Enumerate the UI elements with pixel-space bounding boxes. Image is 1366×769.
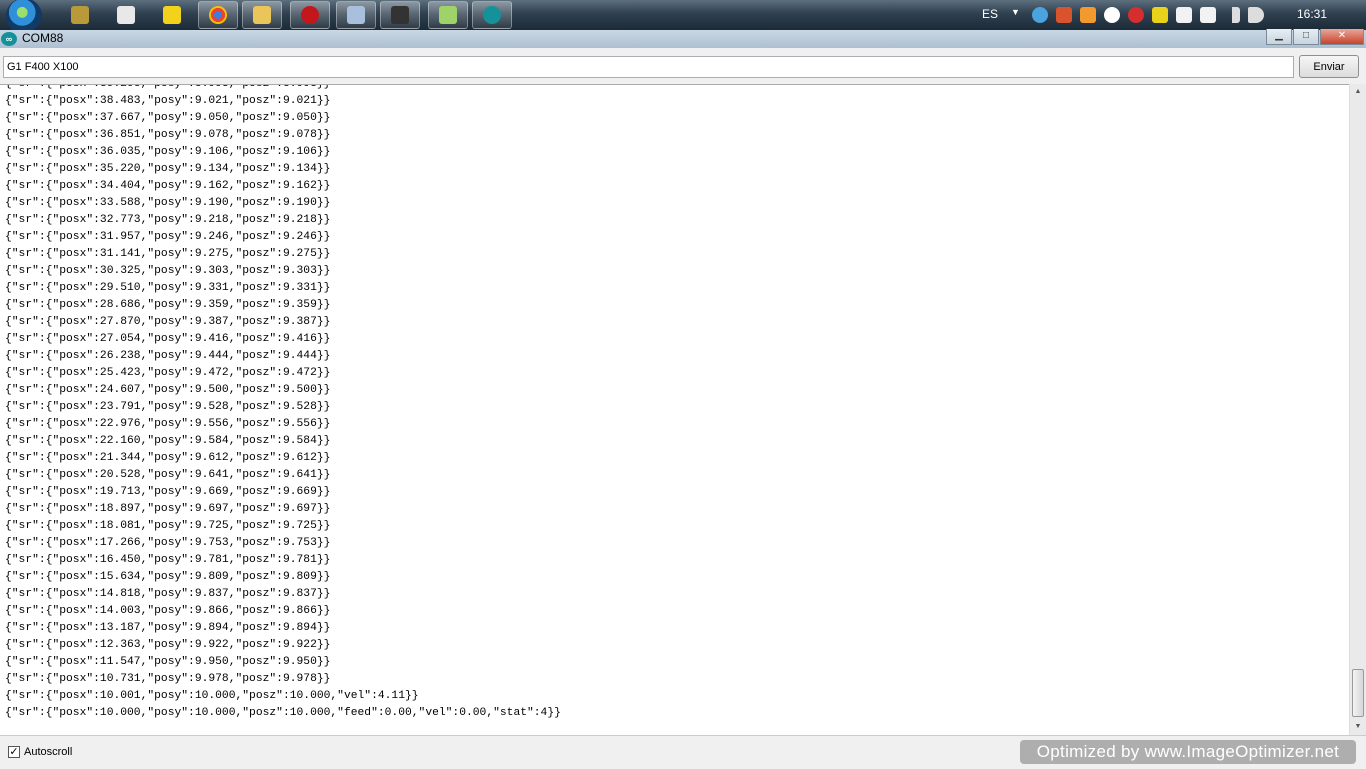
explorer-icon[interactable]	[242, 1, 282, 29]
cloud-icon[interactable]	[1104, 7, 1120, 23]
output-line: {"sr":{"posx":24.607,"posy":9.500,"posz"…	[5, 384, 331, 396]
app-tray-icon[interactable]	[1056, 7, 1072, 23]
output-line: {"sr":{"posx":18.897,"posy":9.697,"posz"…	[5, 503, 331, 515]
output-line: {"sr":{"posx":37.667,"posy":9.050,"posz"…	[5, 112, 331, 124]
output-line: {"sr":{"posx":27.870,"posy":9.387,"posz"…	[5, 316, 331, 328]
output-line: {"sr":{"posx":33.588,"posy":9.190,"posz"…	[5, 197, 331, 209]
autoscroll-label: Autoscroll	[24, 746, 73, 758]
output-line: {"sr":{"posx":22.976,"posy":9.556,"posz"…	[5, 418, 331, 430]
output-line: {"sr":{"posx":28.686,"posy":9.359,"posz"…	[5, 299, 331, 311]
cloud-upload-icon[interactable]	[1032, 7, 1048, 23]
output-line: {"sr":{"posx":26.238,"posy":9.444,"posz"…	[5, 350, 331, 362]
output-line: {"sr":{"posx":16.450,"posy":9.781,"posz"…	[5, 554, 331, 566]
output-line: {"sr":{"posx":10.731,"posy":9.978,"posz"…	[5, 673, 331, 685]
output-line: {"sr":{"posx":14.003,"posy":9.866,"posz"…	[5, 605, 331, 617]
autoscroll-checkbox[interactable]: ✓	[8, 746, 20, 758]
start-button[interactable]	[6, 0, 42, 30]
output-line: {"sr":{"posx":23.791,"posy":9.528,"posz"…	[5, 401, 331, 413]
notepad-icon[interactable]	[106, 1, 146, 29]
output-line: {"sr":{"posx":12.363,"posy":9.922,"posz"…	[5, 639, 331, 651]
output-line: {"sr":{"posx":35.220,"posy":9.134,"posz"…	[5, 163, 331, 175]
badge-64-icon[interactable]	[1152, 7, 1168, 23]
output-line: {"sr":{"posx":29.510,"posy":9.331,"posz"…	[5, 282, 331, 294]
window-titlebar: ∞ COM88 ▁ □ ✕	[0, 29, 1366, 48]
output-line: {"sr":{"posx":15.634,"posy":9.809,"posz"…	[5, 571, 331, 583]
chrome-icon[interactable]	[198, 1, 238, 29]
clock[interactable]: 16:31	[1297, 7, 1327, 21]
status-bar: ✓ Autoscroll Optimized by www.ImageOptim…	[0, 735, 1366, 769]
calculator-icon[interactable]	[336, 1, 376, 29]
close-button[interactable]: ✕	[1320, 29, 1364, 45]
command-bar: Enviar	[0, 48, 1366, 84]
output-line: {"sr":{"posx":13.187,"posy":9.894,"posz"…	[5, 622, 331, 634]
output-line: {"sr":{"posx":36.035,"posy":9.106,"posz"…	[5, 146, 331, 158]
vertical-scrollbar[interactable]: ▲ ▼	[1349, 84, 1366, 735]
minimize-button[interactable]: ▁	[1266, 29, 1292, 45]
output-line: {"sr":{"posx":17.266,"posy":9.753,"posz"…	[5, 537, 331, 549]
output-line: {"sr":{"posx":31.141,"posy":9.275,"posz"…	[5, 248, 331, 260]
command-input[interactable]	[3, 56, 1294, 78]
send-button[interactable]: Enviar	[1299, 55, 1359, 78]
output-lines: {"sr":{"posx":39.298,"posy":8.993,"posz"…	[5, 84, 561, 722]
output-line: {"sr":{"posx":21.344,"posy":9.612,"posz"…	[5, 452, 331, 464]
output-line: {"sr":{"posx":27.054,"posy":9.416,"posz"…	[5, 333, 331, 345]
gear-app-icon[interactable]	[60, 1, 100, 29]
scrollbar-thumb[interactable]	[1352, 669, 1364, 717]
output-line: {"sr":{"posx":38.483,"posy":9.021,"posz"…	[5, 95, 331, 107]
watermark: Optimized by www.ImageOptimizer.net	[1020, 740, 1356, 764]
window-title: COM88	[22, 31, 64, 45]
output-line: {"sr":{"posx":22.160,"posy":9.584,"posz"…	[5, 435, 331, 447]
arduino-icon[interactable]	[472, 1, 512, 29]
output-line: {"sr":{"posx":36.851,"posy":9.078,"posz"…	[5, 129, 331, 141]
messenger-icon[interactable]	[428, 1, 468, 29]
output-line: {"sr":{"posx":18.081,"posy":9.725,"posz"…	[5, 520, 331, 532]
antivirus-icon[interactable]	[1128, 7, 1144, 23]
output-line: {"sr":{"posx":25.423,"posy":9.472,"posz"…	[5, 367, 331, 379]
language-indicator[interactable]: ES	[982, 7, 998, 21]
output-line: {"sr":{"posx":19.713,"posy":9.669,"posz"…	[5, 486, 331, 498]
chevron-down-icon[interactable]: ▼	[1011, 7, 1020, 17]
output-line: {"sr":{"posx":34.404,"posy":9.162,"posz"…	[5, 180, 331, 192]
bug-icon[interactable]	[290, 1, 330, 29]
maximize-button[interactable]: □	[1293, 29, 1319, 45]
output-line: {"sr":{"posx":11.547,"posy":9.950,"posz"…	[5, 656, 331, 668]
scroll-up-icon[interactable]: ▲	[1350, 84, 1366, 100]
output-line: {"sr":{"posx":30.325,"posy":9.303,"posz"…	[5, 265, 331, 277]
output-line: {"sr":{"posx":14.818,"posy":9.837,"posz"…	[5, 588, 331, 600]
output-line: {"sr":{"posx":20.528,"posy":9.641,"posz"…	[5, 469, 331, 481]
flag-icon[interactable]	[1176, 7, 1192, 23]
output-line: {"sr":{"posx":10.000,"posy":10.000,"posz…	[5, 707, 561, 719]
scroll-down-icon[interactable]: ▼	[1350, 719, 1366, 735]
output-line: {"sr":{"posx":31.957,"posy":9.246,"posz"…	[5, 231, 331, 243]
device-icon[interactable]	[1200, 7, 1216, 23]
serial-output[interactable]: {"sr":{"posx":39.298,"posy":8.993,"posz"…	[0, 84, 1349, 736]
output-line: {"sr":{"posx":10.001,"posy":10.000,"posz…	[5, 690, 419, 702]
arduino-app-icon: ∞	[1, 32, 17, 46]
inkscape-icon[interactable]	[380, 1, 420, 29]
network-signal-icon[interactable]	[1224, 7, 1240, 23]
output-line: {"sr":{"posx":32.773,"posy":9.218,"posz"…	[5, 214, 331, 226]
fox-icon[interactable]	[1080, 7, 1096, 23]
netbeans-icon[interactable]	[152, 1, 192, 29]
volume-icon[interactable]	[1248, 7, 1264, 23]
output-line: {"sr":{"posx":39.298,"posy":8.993,"posz"…	[5, 84, 331, 90]
taskbar: ES ▼ 16:31	[0, 0, 1366, 30]
